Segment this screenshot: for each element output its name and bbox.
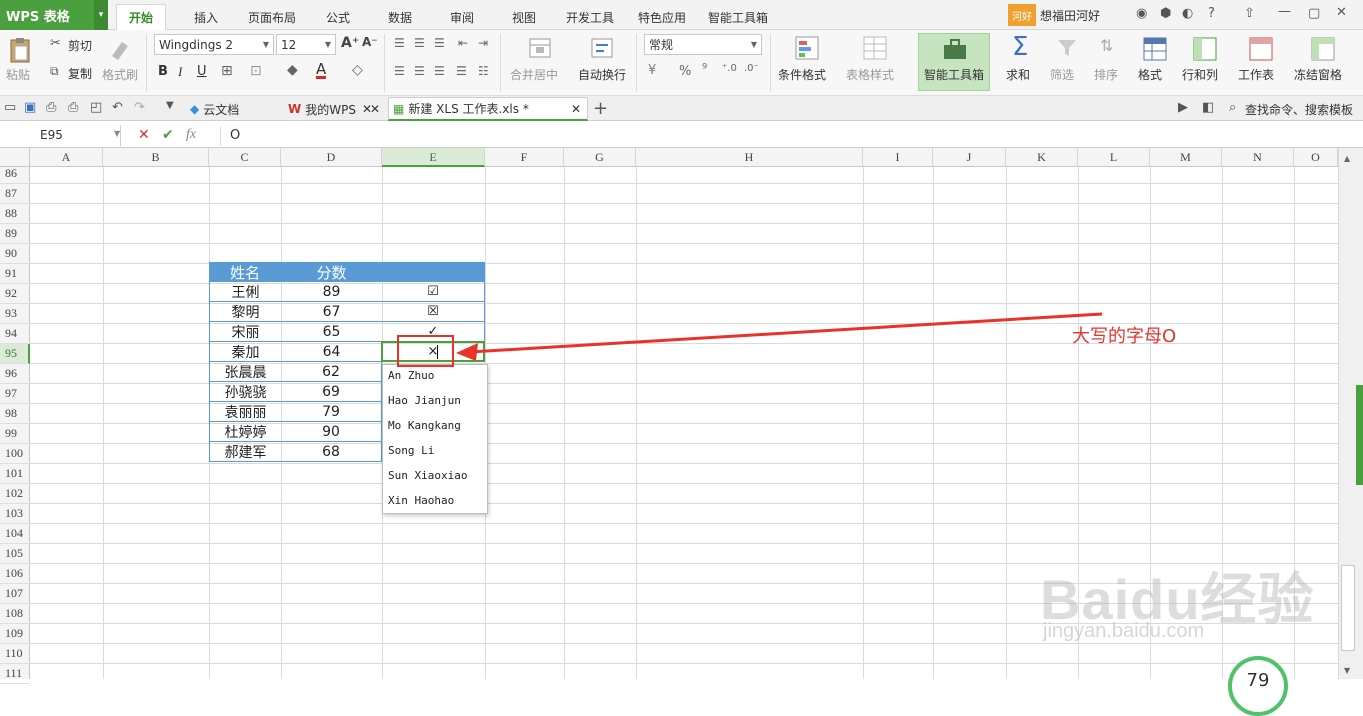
scroll-down-icon[interactable]: ▼ bbox=[1344, 666, 1350, 675]
scrollbar-thumb[interactable] bbox=[1341, 565, 1355, 651]
watermark-url: jingyan.baidu.com bbox=[1043, 620, 1205, 642]
annotation-text: 大写的字母O bbox=[1072, 326, 1177, 347]
side-panel-toggle[interactable] bbox=[1356, 385, 1363, 485]
performance-badge[interactable]: 79 bbox=[1228, 656, 1288, 716]
scroll-up-icon[interactable]: ▲ bbox=[1344, 154, 1350, 163]
